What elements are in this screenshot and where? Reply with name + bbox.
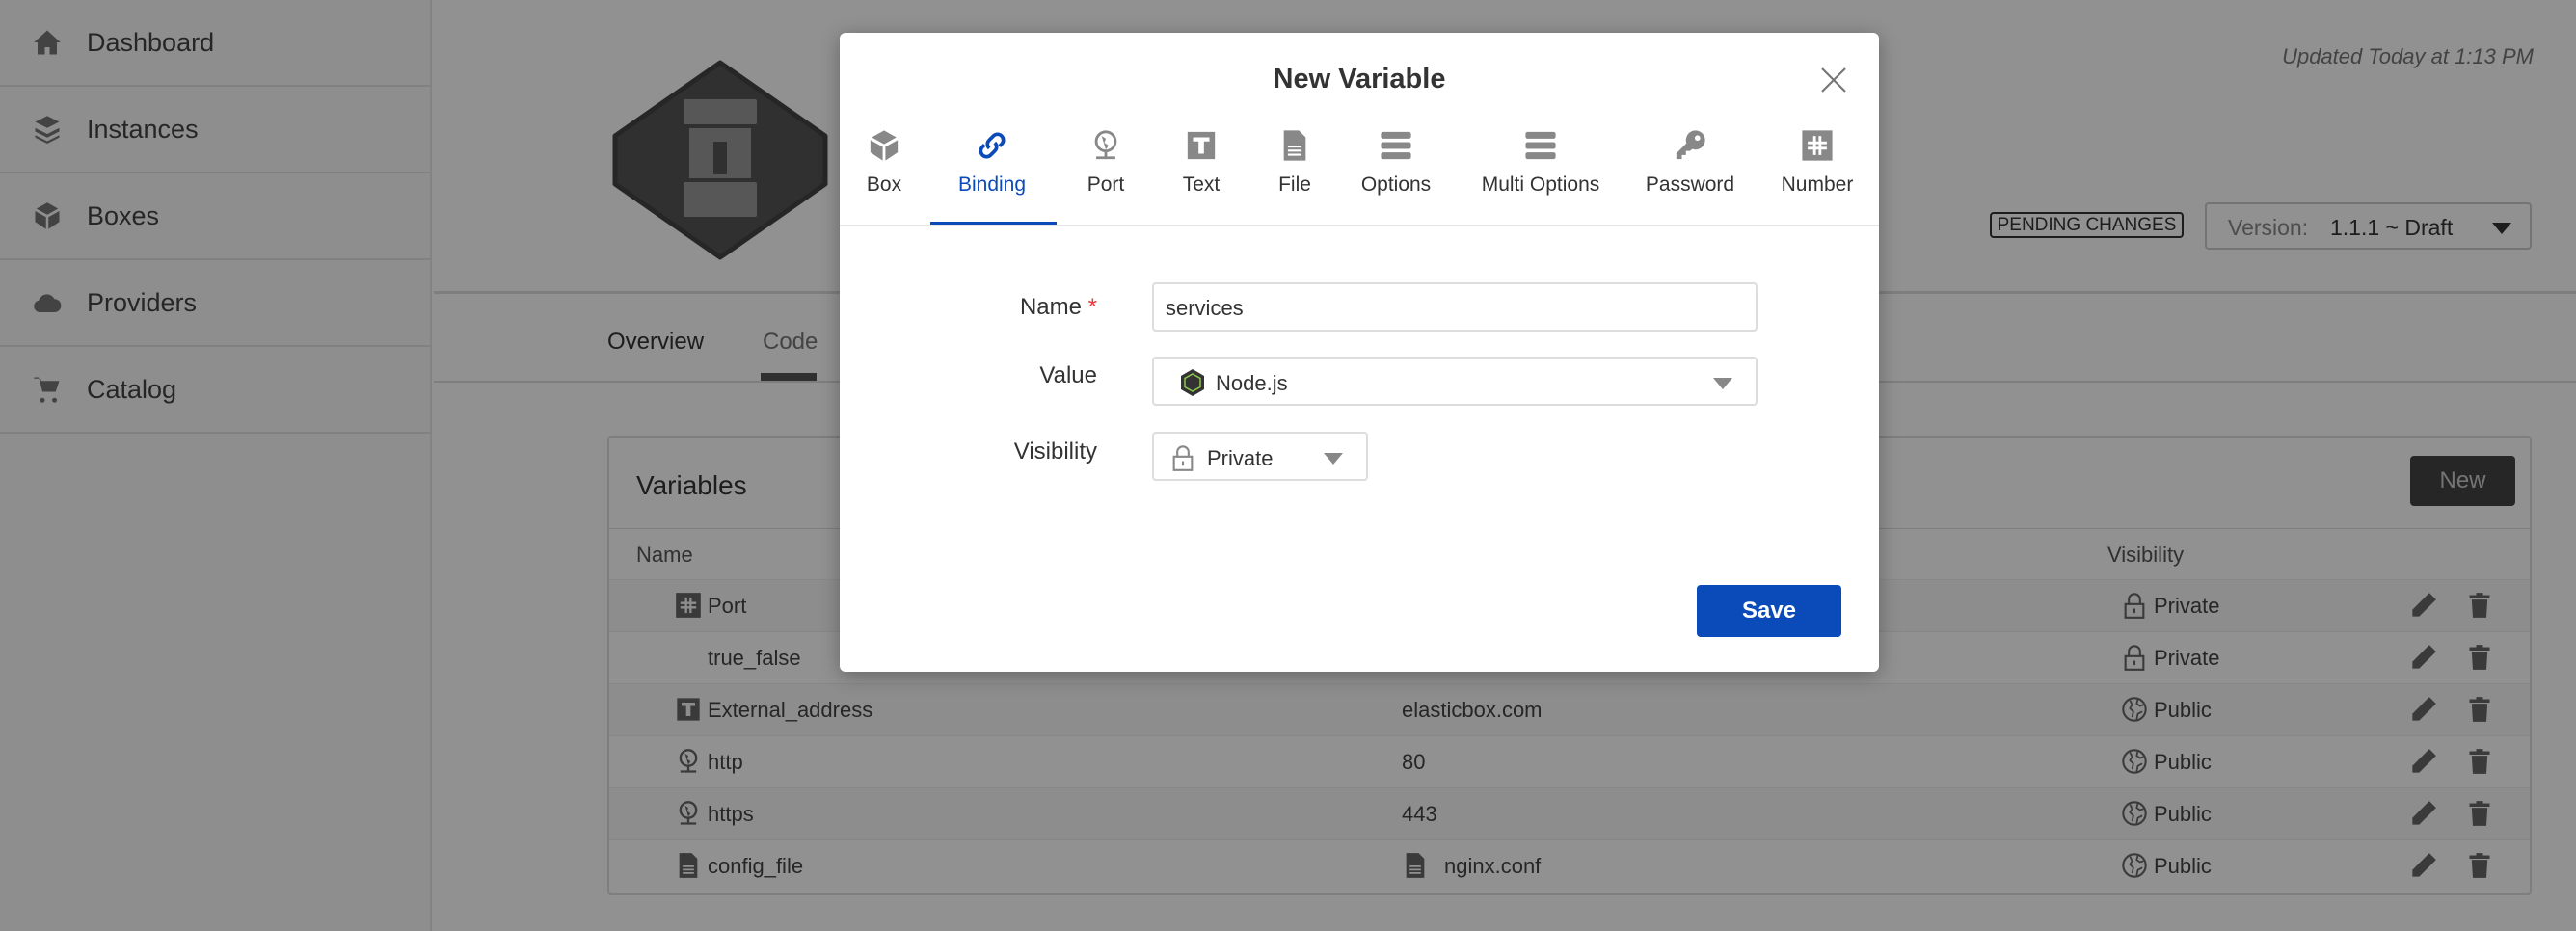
number-icon <box>1801 129 1834 162</box>
name-input[interactable]: services <box>1152 282 1758 332</box>
new-variable-dialog: New Variable Box Binding Port Text File … <box>840 33 1879 672</box>
name-label: Name * <box>1019 294 1097 320</box>
options-icon <box>1380 129 1412 162</box>
tab-password[interactable]: Password <box>1618 129 1762 197</box>
required-marker: * <box>1087 294 1097 320</box>
password-icon <box>1674 129 1706 162</box>
tab-label: Options <box>1360 173 1432 196</box>
close-icon[interactable] <box>1821 67 1846 93</box>
chevron-down-icon <box>1324 453 1343 465</box>
tab-label: Multi Options <box>1481 173 1600 196</box>
dialog-title: New Variable <box>1273 64 1446 94</box>
file-icon <box>1278 129 1311 162</box>
visibility-label: Visibility <box>1013 439 1097 465</box>
binding-icon <box>976 129 1008 162</box>
value-selected: Node.js <box>1216 371 1288 395</box>
multi-options-icon <box>1524 129 1557 162</box>
tab-label: Number <box>1781 173 1854 196</box>
lock-icon <box>1169 443 1196 472</box>
name-input-value: services <box>1166 296 1244 320</box>
tab-number[interactable]: Number <box>1745 129 1890 197</box>
value-select[interactable]: Node.js <box>1152 357 1758 406</box>
tab-label: Password <box>1645 173 1735 196</box>
tab-options[interactable]: Options <box>1324 129 1468 197</box>
nodejs-icon <box>1181 369 1204 396</box>
chevron-down-icon <box>1713 378 1732 389</box>
text-icon <box>1185 129 1218 162</box>
visibility-selected: Private <box>1207 446 1274 470</box>
save-button[interactable]: Save <box>1697 585 1841 637</box>
visibility-select[interactable]: Private <box>1152 432 1368 481</box>
tab-multi-options[interactable]: Multi Options <box>1468 129 1613 197</box>
box-icon <box>868 129 900 162</box>
value-label: Value <box>1039 362 1097 388</box>
port-icon <box>1089 129 1122 162</box>
